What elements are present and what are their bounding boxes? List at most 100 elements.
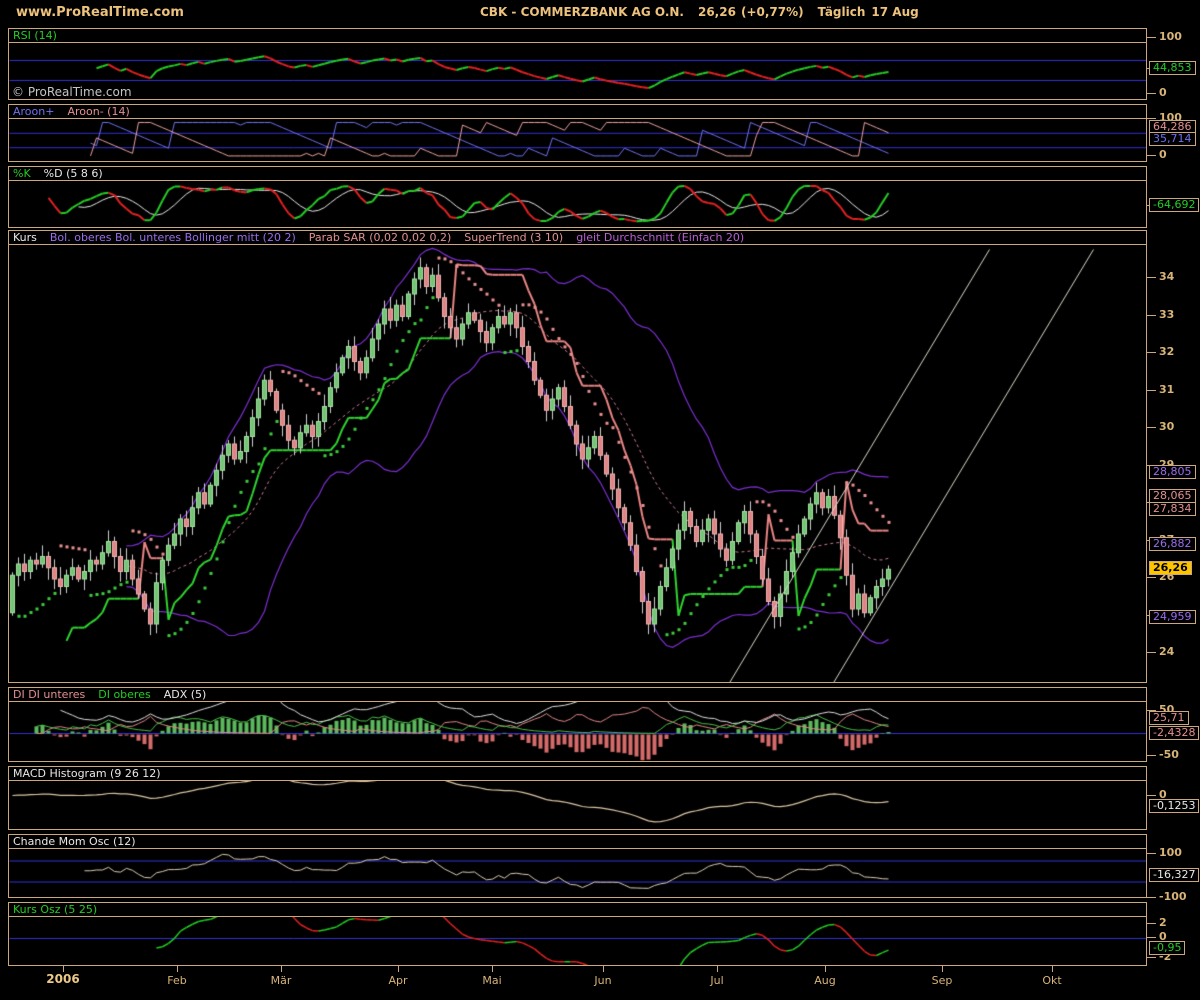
y-axis-tick: [1147, 710, 1156, 711]
cmo-label: Chande Mom Osc (12): [9, 835, 1146, 849]
x-axis-tick: [825, 966, 826, 972]
y-axis-tick: [1147, 315, 1156, 316]
y-axis-tick-label: 24: [1159, 646, 1174, 658]
osz-label: Kurs Osz (5 25): [9, 903, 1146, 917]
value-box: -16,327: [1149, 868, 1199, 882]
x-axis-tick: [1052, 966, 1053, 972]
panel-stoch: %K %D (5 8 6): [8, 166, 1147, 228]
x-axis-month-label: Jul: [710, 974, 723, 987]
x-axis-tick: [492, 966, 493, 972]
y-axis-tick: [1147, 390, 1156, 391]
stoch-chart-canvas[interactable]: [9, 181, 1146, 227]
value-box: -0,1253: [1149, 799, 1199, 813]
x-axis-month-label: Okt: [1042, 974, 1061, 987]
main-indicator-label-4[interactable]: gleit Durchschnitt (Einfach 20): [576, 231, 744, 244]
y-axis-tick-label: 0: [1159, 931, 1167, 943]
macd-chart-canvas[interactable]: [9, 781, 1146, 829]
value-box: 25,71: [1149, 711, 1189, 725]
y-axis-tick-label: 32: [1159, 346, 1174, 358]
y-axis-tick-label: 50: [1159, 704, 1174, 716]
header-price-change: (+0,77%): [741, 5, 804, 19]
main-indicator-label-2[interactable]: Parab SAR (0,02 0,02 0,2): [309, 231, 452, 244]
cmo-indicator-label-0[interactable]: Chande Mom Osc (12): [13, 835, 136, 848]
x-axis-month-label: Apr: [388, 974, 407, 987]
y-axis-tick-label: -100: [1159, 891, 1187, 903]
main-indicator-label-0[interactable]: Kurs: [13, 231, 37, 244]
rsi-indicator-label-0[interactable]: RSI (14): [13, 29, 57, 42]
main-indicator-label-1[interactable]: Bol. oberes Bol. unteres Bollinger mitt …: [50, 231, 296, 244]
y-axis-tick: [1147, 427, 1156, 428]
header-timeframe: Täglich: [818, 5, 866, 19]
panel-aroon: Aroon+ Aroon- (14): [8, 104, 1147, 162]
last-price-box: 26,26: [1149, 561, 1192, 575]
macd-label: MACD Histogram (9 26 12): [9, 767, 1146, 781]
y-axis-tick-label: 0: [1159, 87, 1167, 99]
y-axis-tick: [1147, 118, 1156, 119]
x-axis-month-label: Feb: [167, 974, 186, 987]
stoch-label: %K %D (5 8 6): [9, 167, 1146, 181]
panel-macd: MACD Histogram (9 26 12): [8, 766, 1147, 830]
main-indicator-label-3[interactable]: SuperTrend (3 10): [464, 231, 563, 244]
aroon-indicator-label-1[interactable]: Aroon- (14): [67, 105, 129, 118]
osz-indicator-label-0[interactable]: Kurs Osz (5 25): [13, 903, 97, 916]
y-axis-tick: [1147, 615, 1156, 616]
y-axis-tick-label: 100: [1159, 112, 1182, 124]
x-axis-month-label: Mai: [482, 974, 501, 987]
instrument-name: CBK - COMMERZBANK AG O.N.: [480, 5, 684, 19]
y-axis-tick-label: 0: [1159, 149, 1167, 161]
x-axis-month-label: Sep: [932, 974, 953, 987]
y-axis-tick-label: 28: [1159, 496, 1174, 508]
y-axis-tick-label: -2: [1159, 951, 1171, 963]
x-axis-tick: [717, 966, 718, 972]
panel-main: Kurs Bol. oberes Bol. unteres Bollinger m…: [8, 230, 1147, 683]
di-indicator-label-1[interactable]: DI oberes: [98, 688, 150, 701]
aroon-chart-canvas[interactable]: [9, 119, 1146, 161]
y-axis-tick: [1147, 957, 1156, 958]
panel-cmo: Chande Mom Osc (12): [8, 834, 1147, 898]
main-chart-canvas[interactable]: [9, 245, 1146, 682]
y-axis-tick: [1147, 205, 1156, 206]
y-axis-tick: [1147, 352, 1156, 353]
copyright-watermark: © ProRealTime.com: [12, 85, 132, 99]
stoch-indicator-label-1[interactable]: %D (5 8 6): [44, 167, 103, 180]
y-axis-tick: [1147, 155, 1156, 156]
value-box: 35,714: [1149, 132, 1196, 146]
y-axis-tick-label: 34: [1159, 271, 1174, 283]
di-chart-canvas[interactable]: [9, 702, 1146, 761]
y-axis-tick: [1147, 795, 1156, 796]
panel-di: DI DI unteres DI oberes ADX (5): [8, 687, 1147, 762]
rsi-chart-canvas[interactable]: [9, 43, 1146, 99]
y-axis-tick-label: 33: [1159, 309, 1174, 321]
x-axis-year-label: 2006: [46, 972, 79, 986]
y-axis-tick: [1147, 465, 1156, 466]
chart-title: CBK - COMMERZBANK AG O.N.26,26(+0,77%)Tä…: [480, 5, 933, 19]
di-indicator-label-0[interactable]: DI DI unteres: [13, 688, 85, 701]
x-axis-tick: [603, 966, 604, 972]
y-axis-tick: [1147, 577, 1156, 578]
main-label: Kurs Bol. oberes Bol. unteres Bollinger m…: [9, 231, 1146, 245]
y-axis-tick: [1147, 937, 1156, 938]
value-box: 44,853: [1149, 61, 1196, 75]
y-axis-tick: [1147, 540, 1156, 541]
value-box: 24,959: [1149, 610, 1196, 624]
y-axis-tick-label: 29: [1159, 459, 1174, 471]
y-axis-tick-label: 26: [1159, 571, 1174, 583]
y-axis-tick: [1147, 897, 1156, 898]
osz-chart-canvas[interactable]: [9, 917, 1146, 965]
stoch-indicator-label-0[interactable]: %K: [13, 167, 31, 180]
y-axis-tick-label: -50: [1159, 749, 1179, 761]
prorealtime-site-link[interactable]: www.ProRealTime.com: [16, 5, 184, 20]
y-axis-tick-label: 100: [1159, 847, 1182, 859]
cmo-chart-canvas[interactable]: [9, 849, 1146, 897]
aroon-label: Aroon+ Aroon- (14): [9, 105, 1146, 119]
y-axis-tick-label: 27: [1159, 534, 1174, 546]
panel-osz: Kurs Osz (5 25): [8, 902, 1147, 966]
x-axis-tick: [177, 966, 178, 972]
di-label: DI DI unteres DI oberes ADX (5): [9, 688, 1146, 702]
value-box: -2,4328: [1149, 726, 1199, 740]
macd-indicator-label-0[interactable]: MACD Histogram (9 26 12): [13, 767, 161, 780]
value-box: 28,065: [1149, 489, 1196, 503]
aroon-indicator-label-0[interactable]: Aroon+: [13, 105, 54, 118]
di-indicator-label-2[interactable]: ADX (5): [164, 688, 207, 701]
y-axis-tick-label: 30: [1159, 421, 1174, 433]
